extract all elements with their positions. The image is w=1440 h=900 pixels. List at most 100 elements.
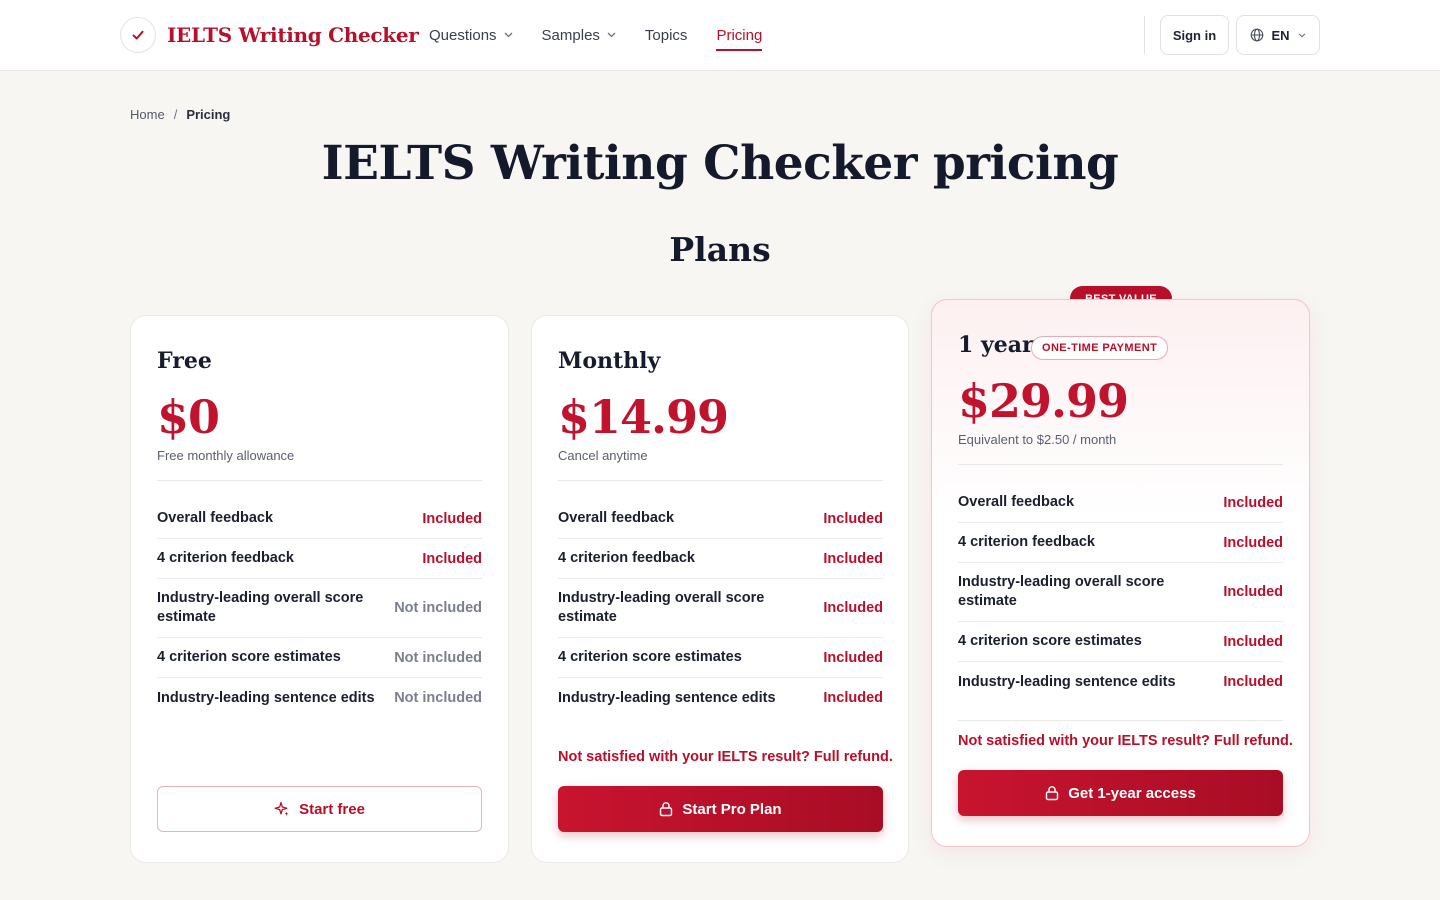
one-time-payment-pill: ONE-TIME PAYMENT — [1031, 336, 1169, 360]
feature-status: Included — [422, 550, 482, 567]
feature-row: Overall feedback Included — [958, 483, 1283, 523]
feature-status: Included — [823, 690, 883, 706]
feature-status: Included — [1223, 674, 1283, 690]
language-label: EN — [1271, 27, 1290, 43]
lock-icon — [1045, 785, 1059, 801]
plan-price-note: Free monthly allowance — [157, 448, 295, 463]
sparkle-icon — [274, 801, 290, 817]
top-navigation-bar: IELTS Writing Checker Questions Samples … — [0, 0, 1440, 71]
breadcrumb-home-link[interactable]: Home — [130, 107, 165, 122]
plan-card-1-year: 1 year ONE-TIME PAYMENT $29.99 Equivalen… — [931, 299, 1310, 847]
feature-label: Industry-leading overall score estimate — [558, 590, 765, 625]
nav-item-topics[interactable]: Topics — [645, 0, 688, 70]
plan-price: $0 — [157, 390, 220, 444]
start-free-button[interactable]: Start free — [157, 786, 482, 832]
globe-icon — [1251, 28, 1264, 42]
feature-status: Included — [823, 600, 883, 616]
get-1-year-access-button[interactable]: Get 1-year access — [958, 770, 1283, 816]
divider — [1144, 16, 1145, 54]
feature-row: 4 criterion score estimates Included — [558, 638, 883, 678]
feature-label: 4 criterion feedback — [558, 550, 695, 566]
lock-icon — [659, 801, 673, 817]
feature-label: Industry-leading sentence edits — [157, 689, 375, 706]
breadcrumb: Home / Pricing — [130, 107, 230, 122]
nav-item-pricing[interactable]: Pricing — [716, 0, 762, 70]
button-label: Start free — [299, 800, 365, 818]
plan-card-free: Free $0 Free monthly allowance Overall f… — [130, 315, 509, 863]
feature-row: Industry-leading sentence edits Included — [958, 662, 1283, 702]
nav-item-label: Samples — [541, 26, 600, 44]
feature-label: 4 criterion score estimates — [958, 633, 1142, 649]
plan-price-note: Equivalent to $2.50 / month — [958, 432, 1117, 447]
nav-item-label: Pricing — [716, 26, 763, 44]
checkmark-icon — [120, 17, 156, 53]
feature-status: Included — [1223, 584, 1283, 600]
feature-status: Not included — [394, 649, 482, 666]
plan-name: Monthly — [558, 348, 661, 374]
language-selector[interactable]: EN — [1236, 15, 1320, 55]
feature-label: Overall feedback — [558, 510, 675, 526]
nav-item-label: Topics — [644, 26, 688, 44]
feature-label: Industry-leading overall score estimate — [157, 590, 364, 625]
feature-status: Included — [823, 550, 883, 567]
plan-name: Free — [157, 348, 212, 374]
plan-price-note: Cancel anytime — [558, 448, 648, 463]
main-nav: Questions Samples Topics Pricing — [429, 0, 791, 70]
feature-status: Included — [1223, 494, 1283, 511]
divider — [157, 480, 482, 481]
chevron-down-icon — [607, 32, 616, 38]
feature-label: Industry-leading sentence edits — [958, 673, 1176, 690]
divider — [558, 480, 883, 481]
feature-status: Not included — [394, 690, 482, 706]
feature-row: 4 criterion feedback Included — [558, 539, 883, 579]
feature-row: Industry-leading overall score estimate … — [558, 579, 883, 638]
feature-row: Industry-leading sentence edits Included — [558, 678, 883, 718]
brand-name: IELTS Writing Checker — [167, 23, 419, 47]
chevron-down-icon — [1298, 32, 1305, 38]
breadcrumb-separator: / — [173, 107, 178, 122]
feature-label: 4 criterion feedback — [157, 550, 294, 566]
button-label: Start Pro Plan — [682, 800, 782, 818]
feature-row: Industry-leading overall score estimate … — [157, 579, 482, 638]
divider — [958, 464, 1283, 465]
page-title: IELTS Writing Checker pricing — [321, 136, 1119, 191]
feature-row: Overall feedback Included — [558, 499, 883, 539]
feature-row: Industry-leading overall score estimate … — [958, 563, 1283, 622]
feature-status: Included — [823, 510, 883, 527]
feature-row: Industry-leading sentence edits Not incl… — [157, 678, 482, 718]
divider — [958, 720, 1283, 721]
feature-status: Included — [823, 649, 883, 666]
plan-price: $14.99 — [558, 390, 729, 444]
plan-name: 1 year — [958, 332, 1034, 358]
chevron-down-icon — [504, 32, 513, 38]
feature-label: Industry-leading overall score estimate — [958, 574, 1165, 609]
start-pro-plan-button[interactable]: Start Pro Plan — [558, 786, 883, 832]
feature-label: 4 criterion score estimates — [157, 649, 341, 665]
feature-status: Included — [422, 510, 482, 527]
feature-status: Included — [1223, 633, 1283, 650]
feature-label: 4 criterion score estimates — [558, 649, 742, 665]
refund-notice: Not satisfied with your IELTS result? Fu… — [958, 733, 1293, 749]
feature-row: 4 criterion feedback Included — [958, 523, 1283, 563]
plan-price: $29.99 — [958, 374, 1129, 428]
nav-item-label: Questions — [429, 26, 497, 44]
section-title: Plans — [669, 230, 771, 269]
refund-notice: Not satisfied with your IELTS result? Fu… — [558, 749, 893, 765]
sign-in-button[interactable]: Sign in — [1160, 15, 1229, 55]
feature-row: 4 criterion score estimates Included — [958, 622, 1283, 662]
nav-item-samples[interactable]: Samples — [542, 0, 616, 70]
feature-status: Included — [1223, 534, 1283, 551]
feature-label: Overall feedback — [958, 494, 1075, 510]
nav-item-questions[interactable]: Questions — [429, 0, 513, 70]
feature-label: Overall feedback — [157, 510, 274, 526]
feature-row: 4 criterion score estimates Not included — [157, 638, 482, 678]
button-label: Get 1-year access — [1068, 784, 1196, 802]
feature-row: Overall feedback Included — [157, 499, 482, 539]
plan-card-monthly: Monthly $14.99 Cancel anytime Overall fe… — [531, 315, 909, 863]
breadcrumb-current: Pricing — [186, 107, 231, 122]
feature-status: Not included — [394, 600, 482, 616]
feature-label: Industry-leading sentence edits — [558, 689, 776, 706]
brand-logo[interactable]: IELTS Writing Checker — [120, 17, 419, 53]
feature-label: 4 criterion feedback — [958, 534, 1095, 550]
feature-row: 4 criterion feedback Included — [157, 539, 482, 579]
